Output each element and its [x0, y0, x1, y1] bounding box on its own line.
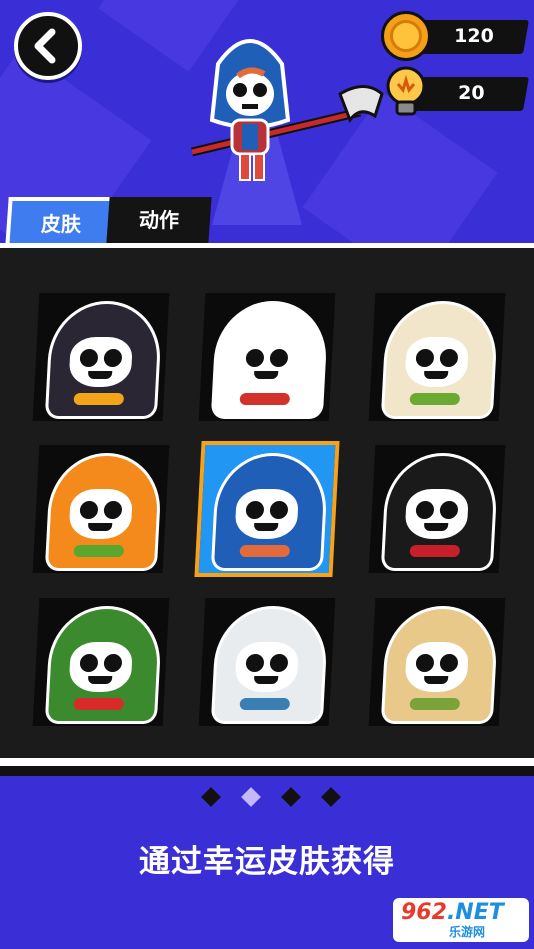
- watermark-site: 乐游网: [449, 925, 486, 939]
- skin-tile-pumpkin[interactable]: [32, 445, 170, 573]
- tab-actions-label: 动作: [139, 208, 179, 232]
- skull-face-icon: [234, 337, 300, 387]
- tab-skins[interactable]: 皮肤: [5, 197, 117, 247]
- skull-coin-icon: [381, 11, 431, 61]
- skin-accent: [73, 698, 125, 710]
- skin-tile-clown[interactable]: [32, 598, 170, 726]
- character-preview: [190, 24, 390, 208]
- bulb-count: 20: [458, 82, 485, 104]
- skull-face-icon: [404, 489, 470, 539]
- skull-face-icon: [234, 642, 300, 692]
- skull-face-icon: [404, 337, 470, 387]
- skin-tile-mummy[interactable]: [368, 598, 506, 726]
- skull-face-icon: [404, 642, 470, 692]
- watermark-logo: 962.NET 乐游网: [393, 898, 529, 942]
- watermark-number: 962: [401, 900, 447, 925]
- watermark-domain: .NET: [446, 900, 504, 925]
- skin-tile-astronaut[interactable]: [198, 598, 336, 726]
- skin-tile-fox-mask[interactable]: [198, 293, 336, 421]
- skin-tile-chucky[interactable]: [194, 441, 340, 577]
- bulb-counter: 20: [411, 77, 529, 111]
- skin-accent: [409, 698, 461, 710]
- skin-accent: [239, 698, 291, 710]
- back-arrow-icon: [34, 28, 56, 64]
- skull-face-icon: [234, 489, 300, 539]
- skin-tile-llama[interactable]: [368, 293, 506, 421]
- skull-face-icon: [68, 642, 134, 692]
- divider: [0, 758, 534, 766]
- coin-count: 120: [454, 25, 494, 47]
- skin-accent: [409, 393, 461, 405]
- skin-accent: [239, 545, 291, 557]
- skin-accent: [409, 545, 461, 557]
- skull-face-icon: [68, 489, 134, 539]
- skin-accent: [73, 393, 125, 405]
- back-button[interactable]: [14, 12, 82, 80]
- skin-panel: [0, 243, 534, 773]
- unlock-caption: 通过幸运皮肤获得: [139, 844, 395, 880]
- tab-skins-label: 皮肤: [40, 212, 81, 236]
- lightbulb-icon: [386, 66, 426, 116]
- skull-face-icon: [68, 337, 134, 387]
- skin-tile-vampire[interactable]: [368, 445, 506, 573]
- skin-tile-black-cat[interactable]: [32, 293, 170, 421]
- divider: [0, 766, 534, 776]
- skin-accent: [73, 545, 125, 557]
- tab-actions[interactable]: 动作: [106, 197, 212, 243]
- skin-accent: [239, 393, 291, 405]
